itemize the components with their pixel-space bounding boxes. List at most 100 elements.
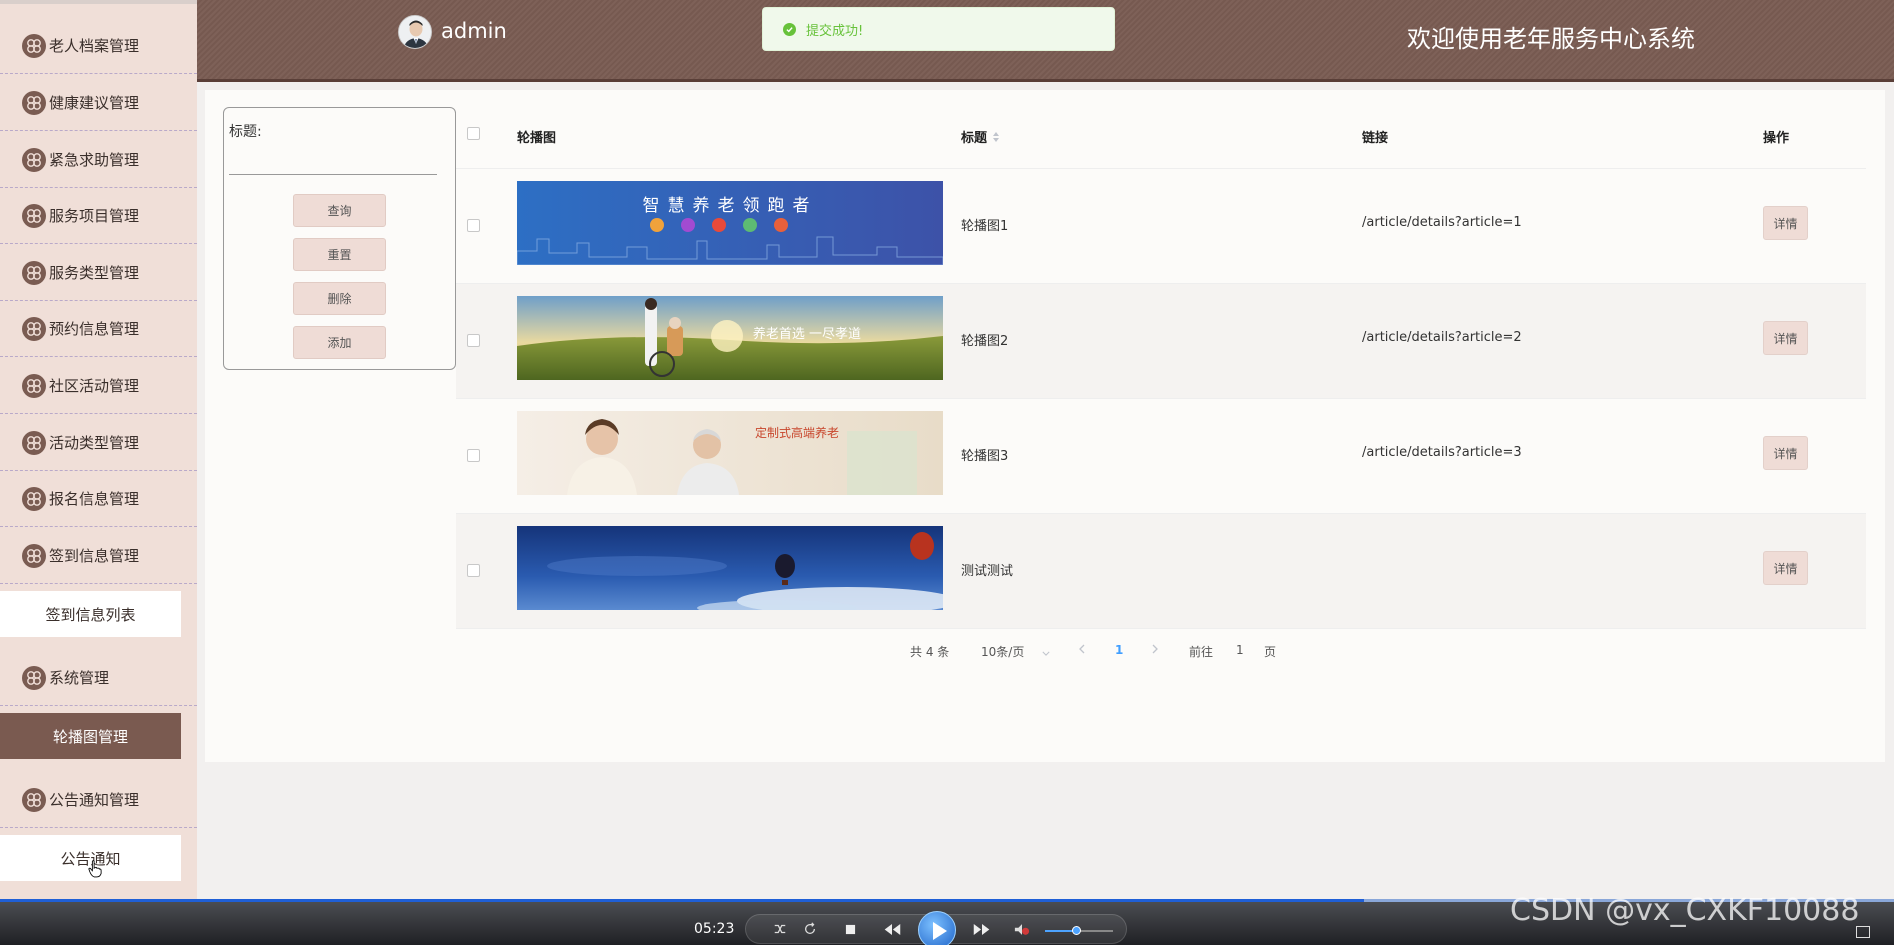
- row-checkbox[interactable]: [467, 219, 480, 232]
- welcome-title: 欢迎使用老年服务中心系统: [1407, 25, 1695, 53]
- sidebar-item[interactable]: 签到信息管理: [0, 528, 197, 584]
- sidebar-item-label: 健康建议管理: [49, 94, 140, 112]
- check-circle-icon: [783, 22, 796, 36]
- sidebar-item[interactable]: 公告通知管理: [0, 772, 197, 828]
- video-time: 05:23: [694, 921, 735, 937]
- hand-cursor-icon: [88, 860, 102, 882]
- goto-prefix: 前往: [1189, 645, 1214, 659]
- sidebar-item[interactable]: 预约信息管理: [0, 301, 197, 357]
- chevron-right-icon: [1152, 644, 1158, 654]
- reset-button[interactable]: 重置: [293, 238, 386, 271]
- banner-image-4: [517, 526, 943, 610]
- sidebar-item-label: 老人档案管理: [49, 37, 140, 55]
- sidebar-item-label: 签到信息管理: [49, 547, 140, 565]
- title-search-input[interactable]: [229, 153, 437, 175]
- sidebar-item[interactable]: 系统管理: [0, 650, 197, 706]
- delete-button[interactable]: 删除: [293, 282, 386, 315]
- sort-icon[interactable]: [992, 131, 1000, 143]
- menu-flower-icon: [22, 147, 46, 172]
- sidebar-item-label: 服务类型管理: [49, 264, 140, 282]
- success-toast: 提交成功!: [762, 7, 1115, 51]
- menu-flower-icon: [22, 260, 46, 285]
- sidebar-item[interactable]: 服务类型管理: [0, 245, 197, 301]
- repeat-icon[interactable]: [800, 918, 820, 940]
- volume-handle[interactable]: [1072, 926, 1081, 935]
- sidebar: 老人档案管理 健康建议管理 紧急求助管理 服务项目管理 服务类型管理 预约信息管理 社区活动…: [0, 0, 197, 945]
- sidebar-item[interactable]: 报名信息管理: [0, 471, 197, 527]
- goto-page-input[interactable]: 1: [1236, 643, 1244, 657]
- sidebar-item[interactable]: 社区活动管理: [0, 358, 197, 414]
- sidebar-item[interactable]: 活动类型管理: [0, 415, 197, 471]
- column-header-link: 链接: [1362, 131, 1389, 146]
- banner-1-text: 智慧养老领跑者: [643, 196, 818, 216]
- table-header: 轮播图 标题 链接 操作: [456, 107, 1866, 169]
- page-number-current[interactable]: 1: [1115, 643, 1123, 657]
- row-link: /article/details?article=2: [1362, 330, 1522, 345]
- table-row: 测试测试 详情: [456, 514, 1866, 629]
- stop-icon[interactable]: [840, 918, 860, 940]
- detail-button[interactable]: 详情: [1763, 321, 1808, 355]
- column-header-title-label: 标题: [961, 131, 988, 146]
- menu-flower-icon: [22, 90, 46, 115]
- sidebar-item-label: 紧急求助管理: [49, 151, 140, 169]
- avatar[interactable]: [398, 15, 432, 49]
- row-checkbox[interactable]: [467, 449, 480, 462]
- chevron-left-icon: [1079, 644, 1085, 654]
- goto-suffix: 页: [1264, 645, 1277, 659]
- row-title: 轮播图2: [961, 334, 1009, 349]
- sidebar-item-label: 服务项目管理: [49, 207, 140, 225]
- menu-flower-icon: [22, 316, 46, 341]
- column-header-title[interactable]: 标题: [961, 127, 1000, 146]
- sidebar-item-label: 活动类型管理: [49, 434, 140, 452]
- table-row: 智慧养老领跑者 轮播图1 /article/details?article=1 …: [456, 169, 1866, 284]
- sidebar-subitem[interactable]: 签到信息列表: [0, 591, 181, 637]
- menu-flower-icon: [22, 787, 46, 812]
- select-all-checkbox[interactable]: [467, 127, 480, 140]
- next-page-button[interactable]: [1152, 643, 1158, 657]
- row-checkbox[interactable]: [467, 334, 480, 347]
- prev-page-button[interactable]: [1079, 643, 1085, 657]
- menu-flower-icon: [22, 486, 46, 511]
- sidebar-item-label: 报名信息管理: [49, 490, 140, 508]
- menu-flower-icon: [22, 203, 46, 228]
- banner-3-text: 定制式高端养老: [755, 425, 839, 440]
- play-icon: [933, 922, 947, 940]
- detail-button[interactable]: 详情: [1763, 551, 1808, 585]
- row-title: 测试测试: [961, 564, 1014, 579]
- menu-flower-icon: [22, 665, 46, 690]
- row-link: /article/details?article=3: [1362, 445, 1522, 460]
- column-header-image: 轮播图: [517, 131, 557, 146]
- page-size-select[interactable]: 10条/页: [981, 643, 1050, 660]
- query-button[interactable]: 查询: [293, 194, 386, 227]
- sidebar-item-label: 社区活动管理: [49, 377, 140, 395]
- column-header-action: 操作: [1763, 131, 1790, 146]
- sidebar-item-label: 预约信息管理: [49, 320, 140, 338]
- detail-button[interactable]: 详情: [1763, 436, 1808, 470]
- play-button[interactable]: [918, 911, 956, 945]
- mute-icon[interactable]: [1012, 918, 1032, 940]
- shuffle-icon[interactable]: [770, 918, 790, 940]
- row-link: /article/details?article=1: [1362, 215, 1522, 230]
- sidebar-item[interactable]: 健康建议管理: [0, 75, 197, 131]
- table-row: 养老首选 一尽孝道 轮播图2 /article/details?article=…: [456, 284, 1866, 399]
- sidebar-item[interactable]: 紧急求助管理: [0, 132, 197, 188]
- watermark: CSDN @vx_CXKF10088: [1510, 893, 1860, 928]
- chevron-down-icon: [1042, 645, 1050, 659]
- sidebar-item[interactable]: 服务项目管理: [0, 188, 197, 244]
- banner-image-3: 定制式高端养老: [517, 411, 943, 495]
- add-button[interactable]: 添加: [293, 326, 386, 359]
- table-row: 定制式高端养老 轮播图3 /article/details?article=3 …: [456, 399, 1866, 514]
- rewind-icon[interactable]: [872, 918, 912, 940]
- sidebar-item[interactable]: 老人档案管理: [0, 18, 197, 74]
- toast-message: 提交成功!: [806, 23, 864, 39]
- sidebar-subitem-active[interactable]: 轮播图管理: [0, 713, 181, 759]
- row-checkbox[interactable]: [467, 564, 480, 577]
- username-label: admin: [441, 19, 507, 43]
- sidebar-item-label: 系统管理: [49, 669, 110, 687]
- sidebar-top-divider: [0, 0, 197, 4]
- menu-flower-icon: [22, 430, 46, 455]
- fast-forward-icon[interactable]: [962, 918, 1002, 940]
- detail-button[interactable]: 详情: [1763, 206, 1808, 240]
- banner-image-1: 智慧养老领跑者: [517, 181, 943, 265]
- page-size-value: 10条/页: [981, 645, 1025, 659]
